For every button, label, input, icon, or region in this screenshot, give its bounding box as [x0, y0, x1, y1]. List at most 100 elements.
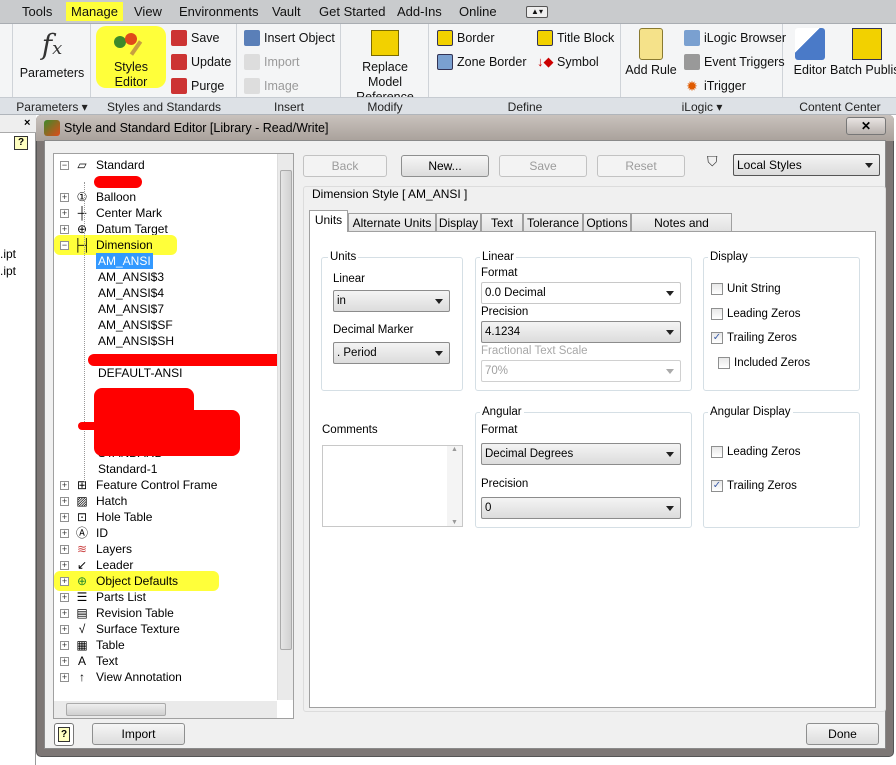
tab-alternate-units[interactable]: Alternate Units [348, 213, 436, 232]
expand-icon[interactable]: + [60, 656, 69, 666]
help-button[interactable]: ? [54, 723, 74, 746]
tree-item[interactable]: AM_ANSI$SF [96, 317, 175, 333]
tree-item[interactable]: + ↑ View Annotation [60, 669, 184, 685]
add-rule-button[interactable]: Add Rule [624, 28, 678, 78]
comments-textarea[interactable]: ▲ ▼ [322, 445, 463, 527]
symbol-button[interactable]: ↓◆ Symbol [537, 54, 599, 70]
checkbox[interactable] [711, 308, 723, 320]
tab-display[interactable]: Display [436, 213, 481, 232]
replace-model-reference-button[interactable]: Replace Model Reference [344, 30, 426, 105]
tree-item[interactable]: + ① Balloon [60, 189, 138, 205]
insert-object-button[interactable]: Insert Object [244, 30, 335, 46]
trailing-zeros-checkbox[interactable]: ✓ Trailing Zeros [711, 332, 797, 344]
help-icon[interactable]: ? [14, 136, 28, 150]
reset-button[interactable]: Reset [597, 155, 685, 177]
comments-scrollbar[interactable]: ▲ ▼ [447, 446, 462, 526]
tree-item[interactable]: + ⊡ Hole Table [60, 509, 154, 525]
tab-environments[interactable]: Environments [179, 4, 258, 19]
angular-trailing-zeros-checkbox[interactable]: ✓ Trailing Zeros [711, 480, 797, 492]
tab-get-started[interactable]: Get Started [319, 4, 385, 19]
ilogic-browser-button[interactable]: iLogic Browser [684, 30, 786, 46]
tab-text[interactable]: Text [481, 213, 523, 232]
expand-icon[interactable]: + [60, 560, 69, 570]
tab-tolerance[interactable]: Tolerance [523, 213, 583, 232]
tree-horizontal-scrollbar[interactable] [54, 701, 277, 718]
expand-icon[interactable]: + [60, 608, 69, 618]
checkbox[interactable] [711, 283, 723, 295]
purge-styles-button[interactable]: Purge [171, 78, 224, 94]
collapse-icon[interactable]: − [60, 160, 69, 170]
expand-icon[interactable]: + [60, 544, 69, 554]
editor-button[interactable]: Editor [790, 28, 830, 78]
angular-precision-dropdown[interactable]: 0 [481, 497, 681, 519]
tab-units[interactable]: Units [309, 210, 348, 232]
tree-item[interactable]: + ▦ Table [60, 637, 127, 653]
expand-icon[interactable]: + [60, 224, 69, 234]
scroll-thumb[interactable] [280, 170, 292, 650]
itrigger-button[interactable]: ✹ iTrigger [684, 78, 746, 94]
browser-item[interactable]: .ipt [0, 247, 16, 261]
tree-item[interactable]: + ▨ Hatch [60, 493, 129, 509]
save-styles-button[interactable]: Save [171, 30, 220, 46]
tree-item[interactable]: + A Text [60, 653, 120, 669]
title-block-button[interactable]: Title Block [537, 30, 614, 46]
tab-add-ins[interactable]: Add-Ins [397, 4, 442, 19]
tree-item[interactable]: + ▤ Revision Table [60, 605, 176, 621]
panel-ilogic[interactable]: iLogic ▾ [622, 100, 782, 114]
expand-icon[interactable]: + [60, 512, 69, 522]
tab-options[interactable]: Options [583, 213, 631, 232]
linear-format-dropdown[interactable]: 0.0 Decimal [481, 282, 681, 304]
event-triggers-button[interactable]: Event Triggers [684, 54, 785, 70]
update-styles-button[interactable]: Update [171, 54, 231, 70]
checkbox[interactable]: ✓ [711, 480, 723, 492]
ribbon-options-icon[interactable]: ▲▾ [526, 6, 548, 18]
close-button[interactable]: ✕ [846, 117, 886, 135]
tab-view[interactable]: View [134, 4, 162, 19]
style-filter-dropdown[interactable]: Local Styles [733, 154, 880, 176]
tree-item[interactable]: Standard-1 [96, 461, 159, 477]
checkbox[interactable] [711, 446, 723, 458]
collapse-icon[interactable]: − [60, 240, 69, 250]
expand-icon[interactable]: + [60, 528, 69, 538]
batch-publish-button[interactable]: Batch Publis [830, 28, 896, 78]
tree-vertical-scrollbar[interactable] [277, 154, 293, 700]
tree-item[interactable]: + ☰ Parts List [60, 589, 148, 605]
angular-leading-zeros-checkbox[interactable]: Leading Zeros [711, 446, 801, 458]
expand-icon[interactable]: + [60, 208, 69, 218]
tab-online[interactable]: Online [459, 4, 497, 19]
linear-precision-dropdown[interactable]: 4.1234 [481, 321, 681, 343]
image-button[interactable]: Image [244, 78, 299, 94]
tree-item[interactable]: − ▱ Standard [60, 157, 147, 173]
new-button[interactable]: New... [401, 155, 489, 177]
parameters-button[interactable]: fx Parameters [18, 28, 86, 81]
expand-icon[interactable]: + [60, 672, 69, 682]
zone-border-button[interactable]: Zone Border [437, 54, 526, 70]
included-zeros-checkbox[interactable]: Included Zeros [718, 357, 810, 369]
browser-item[interactable]: .ipt [0, 264, 16, 278]
expand-icon[interactable]: + [60, 576, 69, 586]
tree-item[interactable]: + √ Surface Texture [60, 621, 182, 637]
expand-icon[interactable]: + [60, 624, 69, 634]
border-button[interactable]: Border [437, 30, 495, 46]
checkbox[interactable] [718, 357, 730, 369]
expand-icon[interactable]: + [60, 480, 69, 490]
tab-manage[interactable]: Manage [66, 2, 123, 21]
tab-tools[interactable]: Tools [22, 4, 52, 19]
tree-item[interactable]: + ⊕ Object Defaults [60, 573, 180, 589]
tree-item[interactable]: AM_ANSI$7 [96, 301, 166, 317]
panel-parameters[interactable]: Parameters ▾ [14, 100, 90, 114]
tree-item[interactable]: AM_ANSI$3 [96, 269, 166, 285]
tree-item[interactable]: − ├┤ Dimension [60, 237, 155, 253]
styles-editor-button[interactable]: Styles Editor [96, 26, 166, 89]
import-button[interactable]: Import [92, 723, 185, 745]
close-icon[interactable]: × [24, 117, 30, 129]
expand-icon[interactable]: + [60, 592, 69, 602]
leading-zeros-checkbox[interactable]: Leading Zeros [711, 308, 801, 320]
decimal-marker-dropdown[interactable]: . Period [333, 342, 450, 364]
linear-units-dropdown[interactable]: in [333, 290, 450, 312]
done-button[interactable]: Done [806, 723, 879, 745]
checkbox[interactable]: ✓ [711, 332, 723, 344]
tab-notes-and-leaders[interactable]: Notes and Leaders [631, 213, 732, 248]
import-button[interactable]: Import [244, 54, 299, 70]
expand-icon[interactable]: + [60, 192, 69, 202]
